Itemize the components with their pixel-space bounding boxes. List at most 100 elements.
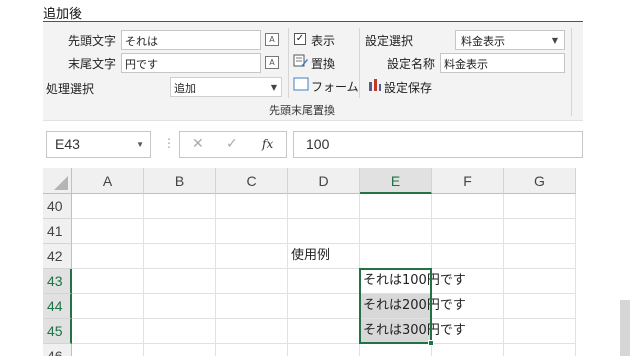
save-icon	[369, 79, 381, 91]
group-divider-2	[359, 28, 360, 98]
mode-select[interactable]: 追加 ▼	[170, 77, 282, 97]
formula-input[interactable]: 100	[293, 131, 583, 158]
cell-f41[interactable]	[432, 219, 504, 244]
cell-d40[interactable]	[288, 194, 360, 219]
form-button[interactable]: フォーム	[311, 78, 359, 95]
cell-f40[interactable]	[432, 194, 504, 219]
cell-d45[interactable]	[288, 319, 360, 344]
cell-d44[interactable]	[288, 294, 360, 319]
ribbon-group: 先頭文字 それは A 末尾文字 円です A 処理選択 追加 ▼ ✓ 表示 置換 …	[43, 22, 583, 120]
cell-c45[interactable]	[216, 319, 288, 344]
cell-b42[interactable]	[144, 244, 216, 269]
row-header-43[interactable]: 43	[43, 269, 72, 294]
cell-a44[interactable]	[72, 294, 144, 319]
suffix-picker-icon[interactable]: A	[265, 56, 279, 69]
cell-c42[interactable]	[216, 244, 288, 269]
fill-handle[interactable]	[428, 340, 434, 346]
cell-b45[interactable]	[144, 319, 216, 344]
cell-a43[interactable]	[72, 269, 144, 294]
cell-e44[interactable]: それは200円です	[360, 294, 466, 319]
cell-d41[interactable]	[288, 219, 360, 244]
cell-c41[interactable]	[216, 219, 288, 244]
setting-select-label: 設定選択	[365, 34, 414, 48]
setting-name-label: 設定名称	[387, 57, 436, 71]
cell-g42[interactable]	[504, 244, 576, 269]
setting-select[interactable]: 料金表示 ▼	[455, 30, 565, 50]
column-header-a[interactable]: A	[72, 168, 144, 194]
prefix-picker-icon[interactable]: A	[265, 33, 279, 46]
cell-b46[interactable]	[144, 344, 216, 356]
chevron-down-icon: ▼	[551, 36, 558, 45]
cell-e45[interactable]: それは300円です	[360, 319, 466, 344]
enter-icon[interactable]: ✓	[226, 136, 238, 152]
cell-e43[interactable]: それは100円です	[360, 269, 466, 294]
cell-f45[interactable]	[432, 319, 504, 344]
cell-e40[interactable]	[360, 194, 432, 219]
column-header-e[interactable]: E	[360, 168, 432, 194]
cell-g43[interactable]	[504, 269, 576, 294]
column-header-b[interactable]: B	[144, 168, 216, 194]
select-all-icon	[54, 176, 68, 190]
cell-c43[interactable]	[216, 269, 288, 294]
row-header-45[interactable]: 45	[43, 319, 72, 344]
setting-name-input[interactable]: 料金表示	[440, 53, 565, 73]
prefix-input[interactable]: それは	[121, 30, 261, 50]
row-header-41[interactable]: 41	[43, 219, 72, 244]
cell-c44[interactable]	[216, 294, 288, 319]
cell-a45[interactable]	[72, 319, 144, 344]
cell-d46[interactable]	[288, 344, 360, 356]
cell-a40[interactable]	[72, 194, 144, 219]
cell-b41[interactable]	[144, 219, 216, 244]
name-box-value: E43	[55, 136, 80, 152]
cell-f44[interactable]	[432, 294, 504, 319]
cell-a41[interactable]	[72, 219, 144, 244]
cell-e41[interactable]	[360, 219, 432, 244]
row-header-40[interactable]: 40	[43, 194, 72, 219]
column-header-g[interactable]: G	[504, 168, 576, 194]
cell-a46[interactable]	[72, 344, 144, 356]
cell-b44[interactable]	[144, 294, 216, 319]
cell-d42[interactable]: 使用例	[288, 244, 360, 269]
cell-g45[interactable]	[504, 319, 576, 344]
group-divider-3	[571, 28, 572, 116]
name-box[interactable]: E43 ▼	[46, 131, 151, 158]
cancel-icon[interactable]: ✕	[192, 136, 204, 152]
group-divider	[288, 28, 289, 98]
cell-b40[interactable]	[144, 194, 216, 219]
suffix-input[interactable]: 円です	[121, 53, 261, 73]
mode-select-value: 追加	[174, 82, 196, 95]
cell-c46[interactable]	[216, 344, 288, 356]
row-header-46[interactable]: 46	[43, 344, 72, 356]
cell-f43[interactable]	[432, 269, 504, 294]
cell-g46[interactable]	[504, 344, 576, 356]
save-settings-button[interactable]: 設定保存	[384, 79, 432, 96]
row-header-44[interactable]: 44	[43, 294, 72, 319]
cell-e42[interactable]	[360, 244, 432, 269]
cell-g44[interactable]	[504, 294, 576, 319]
spreadsheet-grid: A B C D E F G 40 41 42 使用例 43 それは100円です 44 それは200円です 45…	[43, 168, 578, 356]
cell-c40[interactable]	[216, 194, 288, 219]
mode-label: 処理選択	[46, 82, 95, 96]
show-checkbox[interactable]: ✓	[294, 33, 306, 45]
cell-f42[interactable]	[432, 244, 504, 269]
column-header-f[interactable]: F	[432, 168, 504, 194]
cell-f46[interactable]	[432, 344, 504, 356]
row-header-42[interactable]: 42	[43, 244, 72, 269]
column-header-c[interactable]: C	[216, 168, 288, 194]
drag-handle[interactable]: ⋮	[163, 136, 175, 150]
vertical-scrollbar[interactable]	[620, 300, 630, 356]
cell-a42[interactable]	[72, 244, 144, 269]
chevron-down-icon[interactable]: ▼	[136, 140, 144, 149]
insert-function-icon[interactable]: fx	[262, 137, 273, 151]
cell-e46[interactable]	[360, 344, 432, 356]
column-header-d[interactable]: D	[288, 168, 360, 194]
setting-select-value: 料金表示	[461, 35, 505, 48]
replace-button[interactable]: 置換	[311, 55, 335, 72]
formula-buttons: ✕ ✓ fx	[179, 131, 287, 158]
cell-g41[interactable]	[504, 219, 576, 244]
cell-d43[interactable]	[288, 269, 360, 294]
cell-g40[interactable]	[504, 194, 576, 219]
select-all-corner[interactable]	[43, 168, 72, 194]
cell-b43[interactable]	[144, 269, 216, 294]
show-label[interactable]: 表示	[311, 32, 335, 49]
